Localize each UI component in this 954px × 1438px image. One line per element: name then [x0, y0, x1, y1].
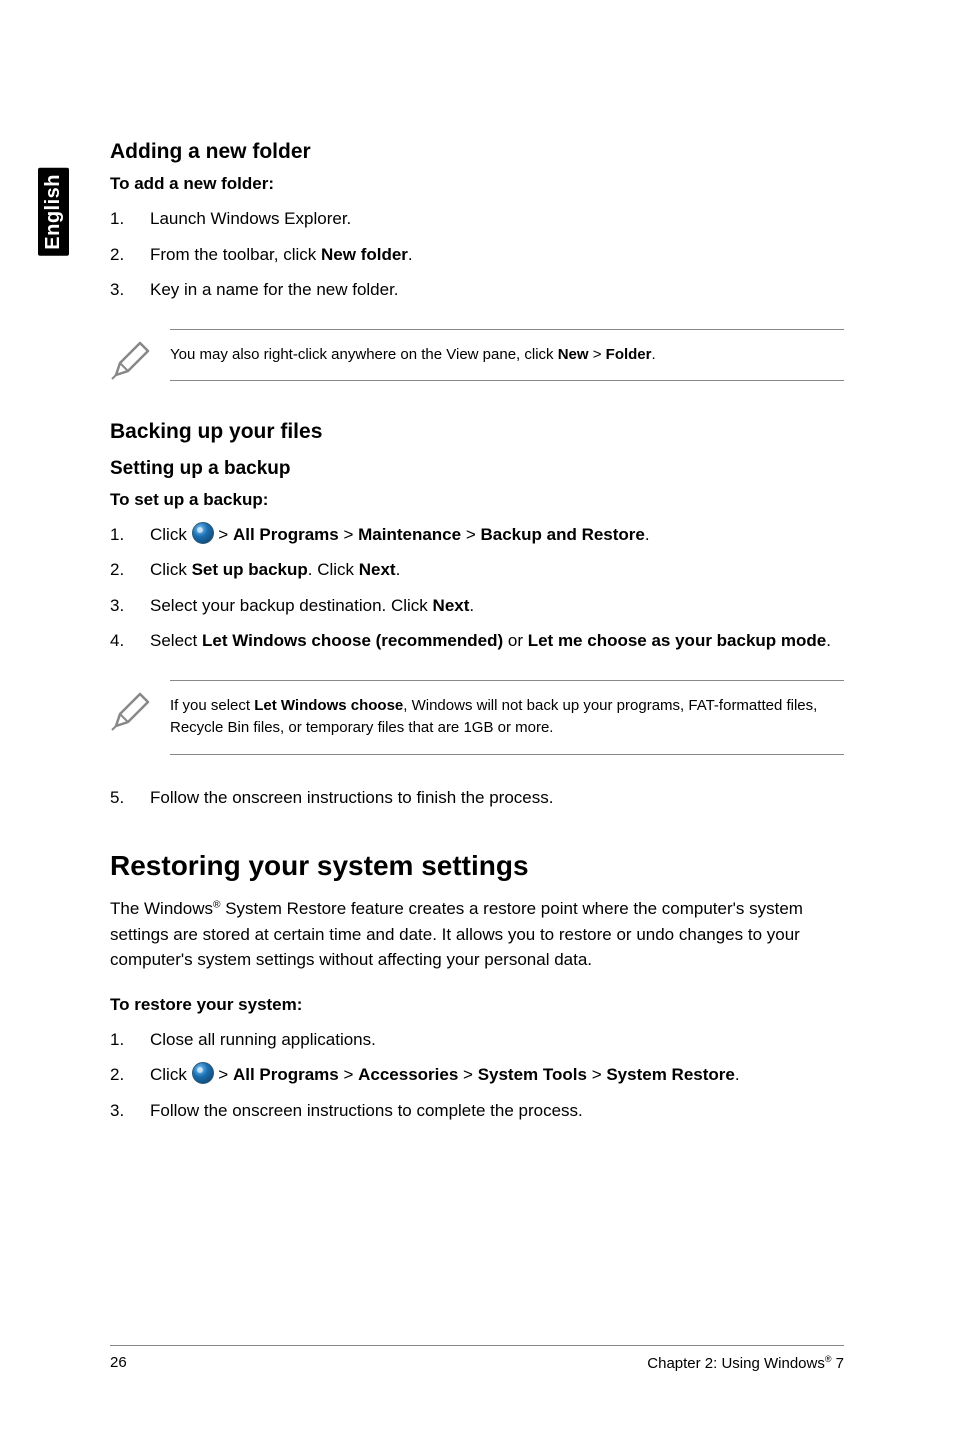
- heading-adding-folder: Adding a new folder: [110, 140, 844, 164]
- list-item: 1. Click > All Programs > Maintenance > …: [110, 522, 844, 548]
- list-item: 2. Click Set up backup. Click Next.: [110, 557, 844, 583]
- item-number: 2.: [110, 557, 150, 583]
- note-text: If you select Let Windows choose, Window…: [170, 680, 844, 755]
- heading-backing-up: Backing up your files: [110, 420, 844, 444]
- item-number: 2.: [110, 1062, 150, 1088]
- language-tab: English: [38, 168, 69, 256]
- note-text: You may also right-click anywhere on the…: [170, 329, 844, 382]
- pencil-icon: [110, 337, 154, 381]
- item-text: Launch Windows Explorer.: [150, 206, 844, 232]
- list-item: 3. Follow the onscreen instructions to c…: [110, 1098, 844, 1124]
- sub-restore: To restore your system:: [110, 995, 844, 1015]
- pencil-icon: [110, 688, 154, 732]
- sub-to-setup: To set up a backup:: [110, 490, 844, 510]
- item-text: Close all running applications.: [150, 1027, 844, 1053]
- item-text: Select your backup destination. Click Ne…: [150, 593, 844, 619]
- windows-start-icon: [192, 522, 214, 544]
- list-add-folder: 1. Launch Windows Explorer. 2. From the …: [110, 206, 844, 303]
- list-restore: 1. Close all running applications. 2. Cl…: [110, 1027, 844, 1124]
- note-box: You may also right-click anywhere on the…: [110, 329, 844, 386]
- item-number: 1.: [110, 522, 150, 548]
- item-number: 4.: [110, 628, 150, 654]
- list-item: 2. Click > All Programs > Accessories > …: [110, 1062, 844, 1088]
- list-item: 2. From the toolbar, click New folder.: [110, 242, 844, 268]
- list-item: 5. Follow the onscreen instructions to f…: [110, 785, 844, 811]
- item-number: 1.: [110, 206, 150, 232]
- page-footer: 26 Chapter 2: Using Windows® 7: [110, 1345, 844, 1372]
- heading-restoring: Restoring your system settings: [110, 850, 844, 882]
- item-text: Follow the onscreen instructions to comp…: [150, 1098, 844, 1124]
- item-number: 3.: [110, 277, 150, 303]
- item-text: Click > All Programs > Maintenance > Bac…: [150, 522, 844, 548]
- item-text: From the toolbar, click New folder.: [150, 242, 844, 268]
- note-box: If you select Let Windows choose, Window…: [110, 680, 844, 755]
- item-text: Select Let Windows choose (recommended) …: [150, 628, 844, 654]
- restore-paragraph: The Windows® System Restore feature crea…: [110, 896, 844, 973]
- sub-setting-backup: Setting up a backup: [110, 458, 844, 480]
- list-item: 3. Key in a name for the new folder.: [110, 277, 844, 303]
- item-number: 1.: [110, 1027, 150, 1053]
- list-item: 4. Select Let Windows choose (recommende…: [110, 628, 844, 654]
- item-number: 2.: [110, 242, 150, 268]
- list-item: 3. Select your backup destination. Click…: [110, 593, 844, 619]
- list-item: 1. Close all running applications.: [110, 1027, 844, 1053]
- chapter-label: Chapter 2: Using Windows® 7: [647, 1354, 844, 1372]
- windows-start-icon: [192, 1062, 214, 1084]
- list-item: 1. Launch Windows Explorer.: [110, 206, 844, 232]
- item-number: 3.: [110, 1098, 150, 1124]
- list-setup-backup: 1. Click > All Programs > Maintenance > …: [110, 522, 844, 654]
- item-text: Follow the onscreen instructions to fini…: [150, 785, 844, 811]
- item-text: Key in a name for the new folder.: [150, 277, 844, 303]
- sub-add-folder: To add a new folder:: [110, 174, 844, 194]
- item-text: Click Set up backup. Click Next.: [150, 557, 844, 583]
- list-setup-backup-cont: 5. Follow the onscreen instructions to f…: [110, 785, 844, 811]
- item-text: Click > All Programs > Accessories > Sys…: [150, 1062, 844, 1088]
- item-number: 3.: [110, 593, 150, 619]
- page-number: 26: [110, 1354, 127, 1372]
- item-number: 5.: [110, 785, 150, 811]
